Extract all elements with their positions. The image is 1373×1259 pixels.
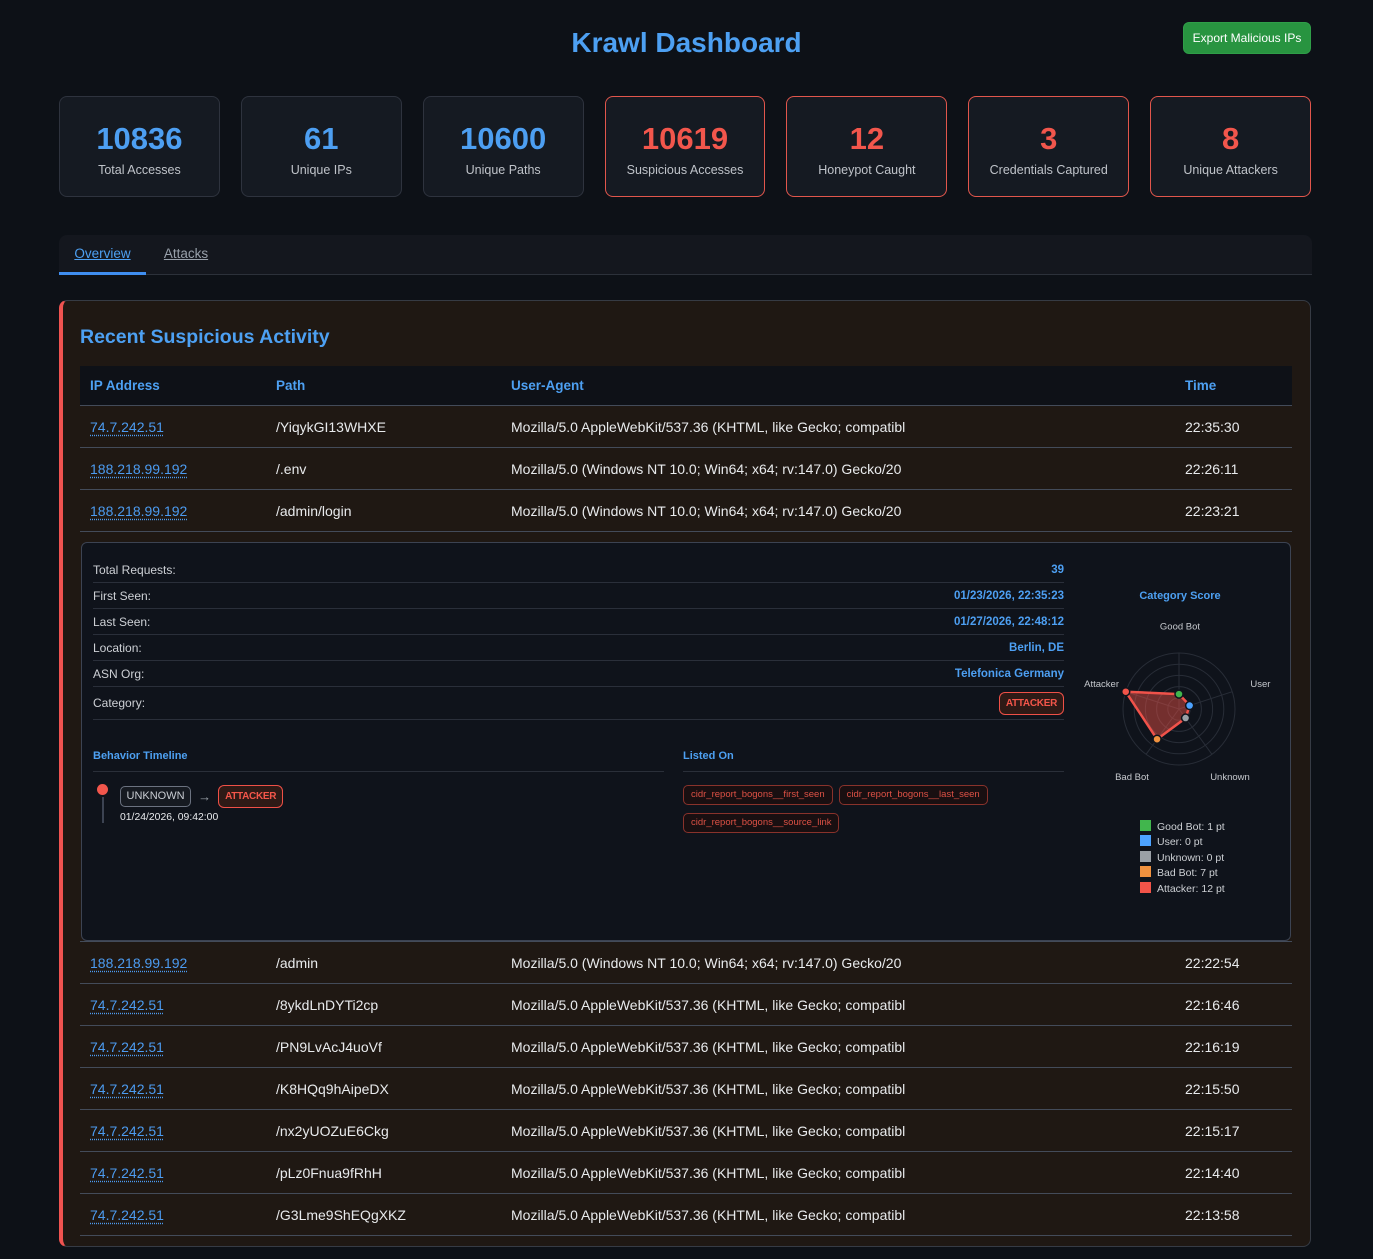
svg-text:User: User — [1250, 679, 1270, 690]
svg-text:Unknown: Unknown — [1210, 772, 1250, 783]
svg-text:Good Bot: Good Bot — [1160, 622, 1200, 633]
svg-text:Attacker: Attacker — [1084, 679, 1119, 690]
svg-text:Bad Bot: Bad Bot — [1115, 772, 1149, 783]
